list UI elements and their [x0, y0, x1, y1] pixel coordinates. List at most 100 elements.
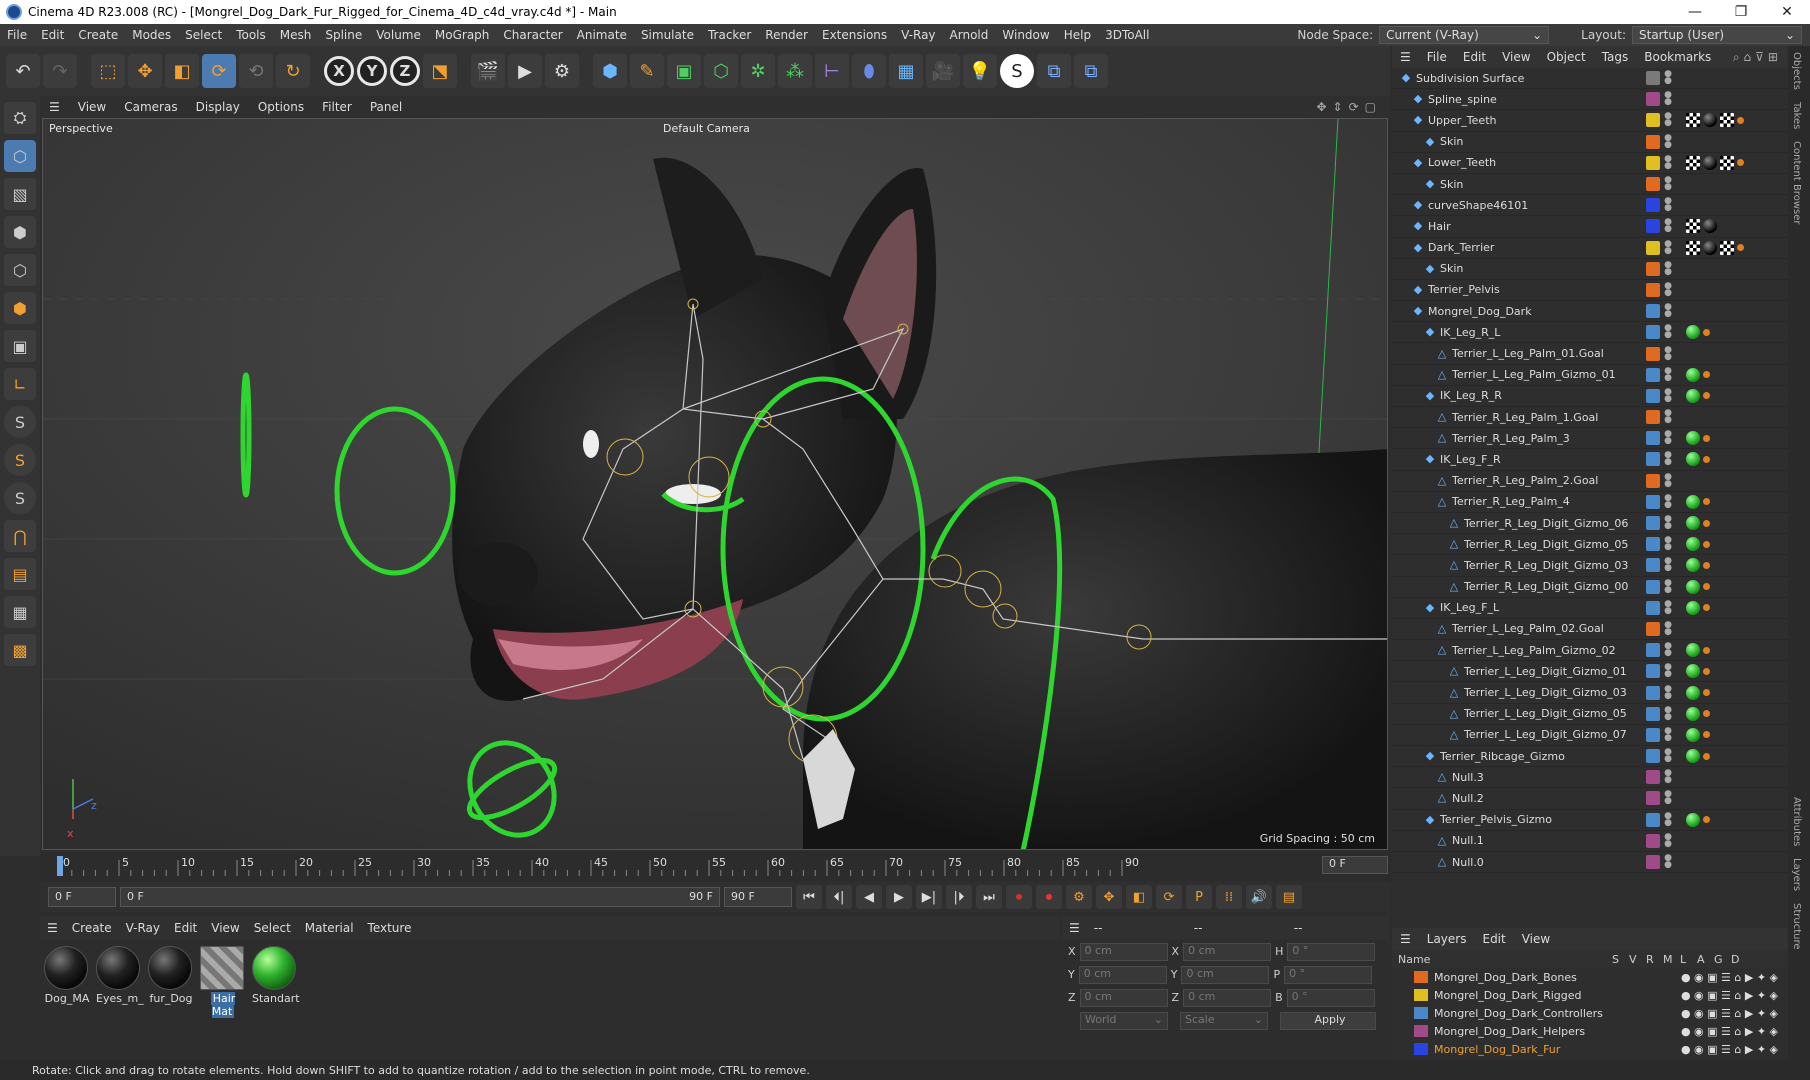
layer-row[interactable]: Mongrel_Dog_Dark_Controllers ● ◉ ▣ ☰ ⌂ ▶ … [1392, 1004, 1788, 1022]
object-layer-color[interactable] [1646, 537, 1660, 552]
object-layer-color[interactable] [1646, 134, 1660, 149]
material-tag-icon[interactable] [1686, 537, 1700, 552]
object-layer-color[interactable] [1646, 452, 1660, 467]
visibility-dots[interactable]: ● ● [1660, 726, 1676, 742]
floor-icon[interactable]: ▦ [889, 54, 923, 88]
object-row[interactable]: △ Terrier_R_Leg_Digit_Gizmo_00 ● ● [1392, 577, 1788, 598]
checker-tag-icon[interactable] [1686, 219, 1700, 234]
menu-tracker[interactable]: Tracker [701, 28, 758, 42]
go-to-start-icon[interactable]: ⏮ [796, 885, 822, 909]
checker-tag-icon[interactable] [1686, 113, 1700, 128]
viewport-menu-view[interactable]: View [69, 100, 115, 114]
object-row[interactable]: ◆ Lower_Teeth ● ● [1392, 153, 1788, 174]
move-tool-icon[interactable]: ✥ [128, 54, 162, 88]
visibility-dots[interactable]: ● ● [1660, 854, 1676, 870]
layer-toggle-icons[interactable]: ● ◉ ▣ ☰ ⌂ ▶ ✦ ◈ [1681, 1025, 1788, 1038]
material-swatch-selected[interactable]: Hair Mat [200, 946, 246, 1018]
render-picture-viewer-icon[interactable]: ▶ [508, 54, 542, 88]
undo-icon[interactable]: ↶ [6, 54, 40, 88]
object-row[interactable]: ◆ Mongrel_Dog_Dark ● ● [1392, 301, 1788, 323]
layer-row[interactable]: Mongrel_Dog_Dark_Helpers ● ◉ ▣ ☰ ⌂ ▶ ✦ ◈ [1392, 1022, 1788, 1040]
frame-range-slider[interactable]: 0 F 90 F [120, 887, 720, 907]
texture-tag-icon[interactable] [1703, 240, 1717, 255]
key-position-icon[interactable]: ✥ [1096, 885, 1122, 909]
object-row[interactable]: △ Terrier_R_Leg_Palm_3 ● ● [1392, 428, 1788, 450]
visibility-dots[interactable]: ● ● [1660, 769, 1676, 785]
render-view-icon[interactable]: 🎬 [471, 54, 505, 88]
autokeying-icon[interactable]: ⏺ [1036, 885, 1062, 909]
texture-mode-icon[interactable]: ▧ [4, 178, 36, 210]
object-row[interactable]: △ Terrier_R_Leg_Digit_Gizmo_06 ● ● [1392, 513, 1788, 535]
visibility-dots[interactable]: ● ● [1660, 493, 1676, 509]
layer-color-swatch[interactable] [1414, 989, 1428, 1001]
viewport-menu-filter[interactable]: Filter [313, 100, 361, 114]
apply-button[interactable]: Apply [1280, 1011, 1376, 1030]
material-menu-select[interactable]: Select [247, 921, 298, 935]
layer-menu-edit[interactable]: Edit [1474, 932, 1513, 946]
object-layer-color[interactable] [1646, 71, 1660, 86]
object-layer-color[interactable] [1646, 706, 1660, 721]
object-layer-color[interactable] [1646, 812, 1660, 827]
coordinate-mode-dropdown[interactable]: World ⌄ [1080, 1011, 1168, 1030]
redo-icon[interactable]: ↷ [43, 54, 77, 88]
layer-toggle-icons[interactable]: ● ◉ ▣ ☰ ⌂ ▶ ✦ ◈ [1681, 1043, 1788, 1056]
tab-objects[interactable]: Objects [1788, 46, 1805, 96]
visibility-dots[interactable]: ● ● [1660, 70, 1676, 86]
ik-tag-icon[interactable] [1703, 561, 1710, 569]
size-mode-dropdown[interactable]: Scale ⌄ [1180, 1011, 1268, 1030]
checker-tag-icon[interactable] [1720, 113, 1734, 128]
next-frame-icon[interactable]: ▶| [916, 885, 942, 909]
object-layer-color[interactable] [1646, 558, 1660, 573]
coordinates-hamburger-icon[interactable]: ☰ [1062, 921, 1087, 935]
object-row[interactable]: △ Terrier_L_Leg_Palm_Gizmo_01 ● ● [1392, 365, 1788, 386]
edges-mode-icon[interactable]: ⬡ [4, 254, 36, 286]
visibility-dots[interactable]: ● ● [1660, 197, 1676, 213]
viewport-menu-panel[interactable]: Panel [361, 100, 411, 114]
object-row[interactable]: ◆ Upper_Teeth ● ● [1392, 110, 1788, 132]
layer-toggle-icons[interactable]: ● ◉ ▣ ☰ ⌂ ▶ ✦ ◈ [1681, 971, 1788, 984]
visibility-dots[interactable]: ● ● [1660, 832, 1676, 848]
visibility-dots[interactable]: ● ● [1660, 811, 1676, 827]
object-row[interactable]: ◆ Terrier_Pelvis_Gizmo ● ● [1392, 810, 1788, 831]
visibility-dots[interactable]: ● ● [1660, 409, 1676, 425]
points-mode-icon[interactable]: ⬢ [4, 216, 36, 248]
menu-extensions[interactable]: Extensions [815, 28, 894, 42]
scale-tool-icon[interactable]: ◧ [165, 54, 199, 88]
material-menu-edit[interactable]: Edit [167, 921, 204, 935]
material-tag-icon[interactable] [1686, 685, 1700, 700]
object-layer-color[interactable] [1646, 388, 1660, 403]
object-layer-color[interactable] [1646, 367, 1660, 382]
subdivision-icon[interactable]: ▣ [667, 54, 701, 88]
material-tag-icon[interactable] [1686, 643, 1700, 658]
material-tag-icon[interactable] [1686, 452, 1700, 467]
visibility-dots[interactable]: ● ● [1660, 281, 1676, 297]
ik-tag-icon[interactable] [1737, 244, 1744, 252]
object-layer-color[interactable] [1646, 304, 1660, 319]
object-layer-color[interactable] [1646, 664, 1660, 679]
visibility-dots[interactable]: ● ● [1660, 112, 1676, 128]
key-pla-icon[interactable]: ⁞⁞ [1216, 885, 1242, 909]
object-layer-color[interactable] [1646, 346, 1660, 361]
object-layer-color[interactable] [1646, 621, 1660, 636]
key-parameter-icon[interactable]: P [1186, 885, 1212, 909]
object-layer-color[interactable] [1646, 282, 1660, 297]
ik-tag-icon[interactable] [1703, 540, 1710, 548]
object-row[interactable]: ◆ Terrier_Pelvis ● ● [1392, 280, 1788, 302]
object-layer-color[interactable] [1646, 431, 1660, 446]
material-swatch[interactable]: Dog_MA [44, 946, 90, 1018]
object-row[interactable]: ◆ Subdivision Surface ● ● [1392, 68, 1788, 90]
object-hamburger-icon[interactable]: ☰ [1392, 50, 1419, 64]
current-frame-field[interactable]: 0 F [1322, 856, 1388, 874]
make-editable-icon[interactable]: ⛭ [4, 102, 36, 134]
locked-workplane-icon[interactable]: ▦ [4, 596, 36, 628]
object-row[interactable]: △ Terrier_L_Leg_Digit_Gizmo_01 ● ● [1392, 661, 1788, 683]
visibility-dots[interactable]: ● ● [1660, 303, 1676, 319]
visibility-dots[interactable]: ● ● [1660, 620, 1676, 636]
object-row[interactable]: △ Null.0 ● ● [1392, 852, 1788, 874]
size-y-field[interactable]: 0 cm [1181, 965, 1270, 984]
object-row[interactable]: ◆ IK_Leg_F_R ● ● [1392, 449, 1788, 471]
rotation-h-field[interactable]: 0 ° [1287, 942, 1376, 961]
object-row[interactable]: △ Terrier_L_Leg_Digit_Gizmo_07 ● ● [1392, 725, 1788, 746]
visibility-dots[interactable]: ● ● [1660, 324, 1676, 340]
object-row[interactable]: △ Terrier_L_Leg_Digit_Gizmo_03 ● ● [1392, 682, 1788, 704]
